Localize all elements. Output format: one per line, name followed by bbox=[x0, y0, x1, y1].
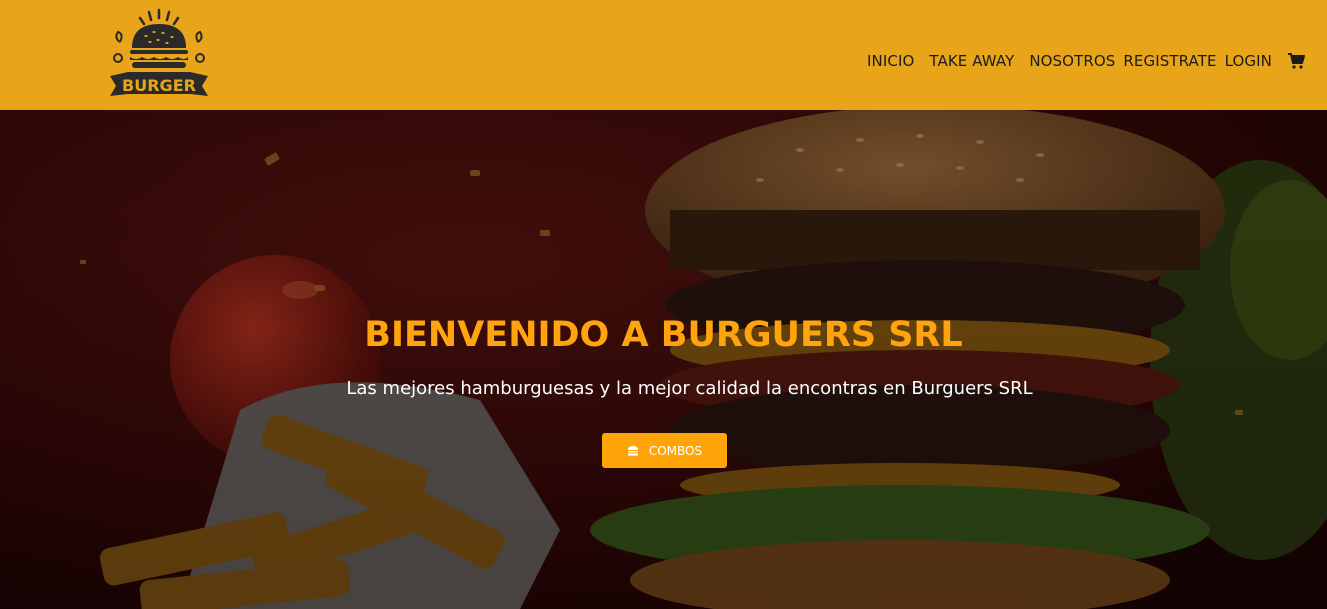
combos-button[interactable]: COMBOS bbox=[602, 433, 727, 468]
burger-logo[interactable]: BURGER bbox=[106, 8, 212, 104]
shopping-cart-icon[interactable] bbox=[1287, 52, 1305, 70]
hero-subtitle: Las mejores hamburguesas y la mejor cali… bbox=[346, 378, 1033, 399]
burger-icon bbox=[627, 445, 638, 456]
nav-link-take-away[interactable]: TAKE AWAY bbox=[929, 52, 1014, 70]
nav-link-login[interactable]: LOGIN bbox=[1225, 52, 1272, 70]
main-navigation: INICIO TAKE AWAY NOSOTROS REGISTRATE LOG… bbox=[867, 52, 1305, 70]
nav-link-nosotros[interactable]: NOSOTROS bbox=[1029, 52, 1115, 70]
hero-title: BIENVENIDO A BURGUERS SRL bbox=[364, 315, 963, 355]
svg-text:BURGER: BURGER bbox=[122, 76, 196, 95]
navbar: BURGER INICIO TAKE AWAY NOSOTROS REGISTR… bbox=[0, 0, 1327, 110]
nav-link-inicio[interactable]: INICIO bbox=[867, 52, 914, 70]
hero-section: BIENVENIDO A BURGUERS SRL Las mejores ha… bbox=[0, 110, 1327, 609]
hero-background-image bbox=[0, 110, 1327, 609]
combos-button-label: COMBOS bbox=[648, 443, 703, 458]
nav-link-registrate[interactable]: REGISTRATE bbox=[1123, 52, 1216, 70]
